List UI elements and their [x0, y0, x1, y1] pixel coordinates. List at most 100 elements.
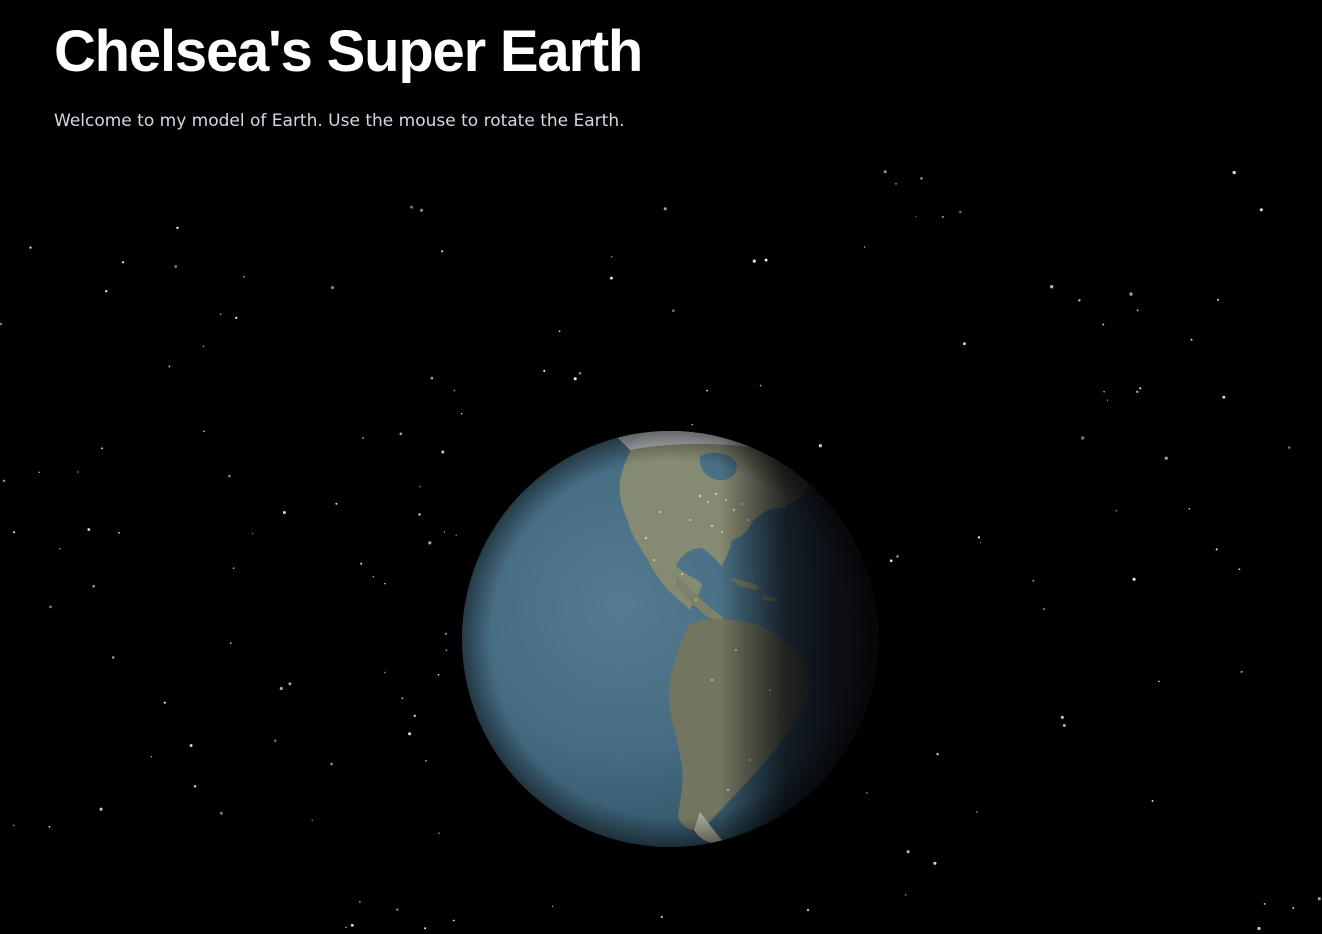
star [706, 389, 708, 392]
star [92, 584, 96, 588]
star [428, 541, 432, 545]
page-header: Chelsea's Super Earth Welcome to my mode… [54, 16, 643, 132]
star [413, 714, 417, 718]
star [1259, 208, 1263, 212]
star [663, 207, 667, 211]
star [419, 208, 424, 212]
star [1136, 309, 1139, 312]
star [1062, 724, 1066, 727]
star [48, 825, 51, 828]
star [1188, 508, 1191, 510]
star [573, 377, 577, 381]
star [979, 541, 982, 544]
star [1136, 390, 1139, 393]
star [443, 531, 446, 533]
star [362, 437, 364, 439]
earth-3d-viewport[interactable] [0, 0, 1322, 934]
star [1081, 436, 1085, 440]
page-subtitle: Welcome to my model of Earth. Use the mo… [54, 111, 625, 131]
star [1317, 897, 1321, 901]
star [168, 365, 171, 368]
star [418, 513, 421, 516]
star [904, 894, 907, 896]
star [1222, 395, 1226, 399]
star [1158, 680, 1160, 683]
star [383, 671, 386, 674]
star [77, 471, 79, 473]
star [228, 474, 231, 478]
star [1240, 670, 1243, 673]
star [915, 215, 917, 218]
star [410, 205, 413, 209]
star [399, 432, 403, 436]
star [99, 807, 103, 811]
star [311, 819, 313, 822]
star [660, 915, 663, 919]
star [920, 177, 923, 180]
star [1139, 387, 1142, 390]
star [12, 824, 15, 827]
star [419, 486, 421, 488]
star [558, 330, 561, 333]
star [1115, 510, 1118, 512]
star [372, 575, 375, 578]
star [611, 256, 613, 258]
star [202, 345, 204, 347]
star [350, 923, 354, 927]
star [452, 919, 455, 922]
star [461, 413, 463, 415]
star [1103, 390, 1105, 393]
earth-rim-shade [462, 431, 878, 847]
star [242, 275, 246, 278]
star [806, 908, 810, 912]
star [203, 430, 205, 433]
star [345, 926, 347, 928]
star [401, 697, 404, 700]
star [896, 555, 899, 558]
starfield-canvas [0, 170, 1321, 931]
earth-globe[interactable] [462, 417, 878, 847]
star [163, 701, 166, 704]
star [455, 534, 457, 537]
star [251, 532, 254, 535]
star [437, 673, 440, 676]
star [759, 384, 762, 387]
star [335, 502, 338, 505]
star [219, 313, 222, 315]
star [977, 536, 981, 539]
star [105, 290, 108, 293]
star [360, 562, 363, 565]
star [235, 316, 238, 319]
star [59, 548, 61, 550]
star [441, 250, 444, 253]
star [752, 259, 756, 263]
star [330, 762, 333, 766]
star [865, 792, 868, 794]
star [959, 210, 962, 214]
star [174, 265, 178, 268]
star [189, 744, 193, 747]
star [1190, 338, 1193, 341]
star [100, 447, 104, 450]
star [444, 632, 448, 635]
star [445, 649, 448, 651]
star [438, 832, 440, 835]
star [384, 583, 386, 585]
star [764, 258, 768, 262]
star [232, 567, 235, 570]
star [121, 261, 125, 264]
star [288, 682, 292, 686]
star [671, 309, 675, 313]
star [359, 901, 361, 903]
star [219, 811, 223, 815]
star [691, 423, 693, 426]
star [330, 286, 335, 290]
star [0, 322, 3, 326]
star [906, 850, 910, 854]
page-title: Chelsea's Super Earth [54, 19, 643, 84]
star [962, 342, 966, 346]
star [889, 559, 893, 562]
star [883, 170, 887, 174]
star [1106, 399, 1109, 401]
star [274, 739, 277, 742]
